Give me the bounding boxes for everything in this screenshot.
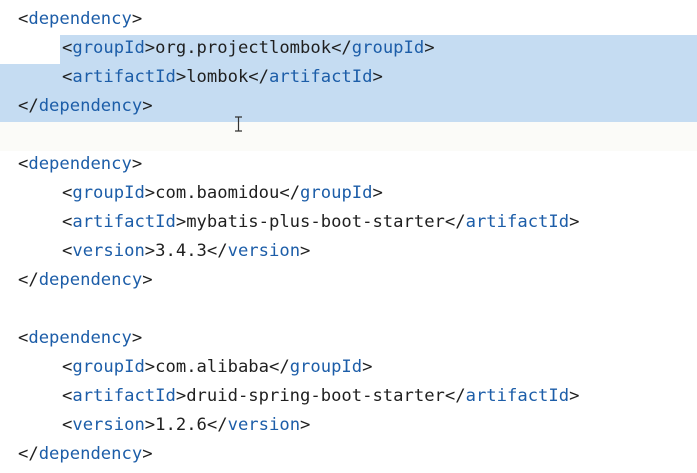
tag-name: groupId (72, 357, 145, 377)
artifact-id-value: mybatis-plus-boot-starter (186, 212, 445, 232)
group-id-line[interactable]: <groupId>com.baomidou</groupId> (62, 179, 383, 208)
tag-name: version (227, 415, 301, 435)
group-id-value: com.alibaba (155, 357, 269, 377)
tag-name: artifactId (269, 67, 373, 87)
version-value: 3.4.3 (155, 241, 207, 261)
tag-name: version (72, 415, 145, 435)
tag-name: groupId (72, 38, 145, 58)
tag-name: artifactId (72, 212, 176, 232)
tag-name: groupId (300, 183, 373, 203)
tag-name: groupId (72, 183, 145, 203)
group-id-line[interactable]: <groupId>org.projectlombok</groupId> (62, 34, 435, 63)
artifact-id-line[interactable]: <artifactId>lombok</artifactId> (62, 63, 383, 92)
version-value: 1.2.6 (155, 415, 207, 435)
tag-name: groupId (351, 38, 425, 58)
current-line-highlight (0, 122, 697, 151)
dependency-open-tag[interactable]: <dependency> (18, 150, 142, 179)
dependency-open-tag[interactable]: <dependency> (18, 5, 142, 34)
tag-name: dependency (28, 154, 132, 174)
artifact-id-line[interactable]: <artifactId>mybatis-plus-boot-starter</a… (62, 208, 579, 237)
dependency-close-tag[interactable]: </dependency> (18, 440, 153, 469)
group-id-value: org.projectlombok (155, 38, 332, 58)
tag-name: version (72, 241, 145, 261)
text-cursor-icon (235, 116, 242, 132)
dependency-close-tag[interactable]: </dependency> (18, 92, 153, 121)
group-id-line[interactable]: <groupId>com.alibaba</groupId> (62, 353, 372, 382)
dependency-close-tag[interactable]: </dependency> (18, 266, 153, 295)
tag-name: artifactId (465, 386, 570, 406)
tag-name: dependency (28, 328, 132, 348)
version-line[interactable]: <version>1.2.6</version> (62, 411, 310, 440)
tag-name: artifactId (465, 212, 570, 232)
artifact-id-value: druid-spring-boot-starter (186, 386, 445, 406)
dependency-open-tag[interactable]: <dependency> (18, 324, 142, 353)
tag-name: version (227, 241, 301, 261)
xml-code-editor[interactable]: <dependency> <groupId>org.projectlombok<… (0, 0, 697, 473)
tag-name: groupId (289, 357, 363, 377)
tag-name: dependency (28, 9, 132, 29)
tag-name: dependency (38, 270, 143, 290)
group-id-value: com.baomidou (155, 183, 280, 203)
version-line[interactable]: <version>3.4.3</version> (62, 237, 310, 266)
artifact-id-value: lombok (186, 67, 249, 87)
tag-name: artifactId (72, 386, 176, 406)
tag-name: dependency (38, 96, 143, 116)
tag-name: dependency (38, 444, 143, 464)
tag-name: artifactId (72, 67, 176, 87)
artifact-id-line[interactable]: <artifactId>druid-spring-boot-starter</a… (62, 382, 579, 411)
